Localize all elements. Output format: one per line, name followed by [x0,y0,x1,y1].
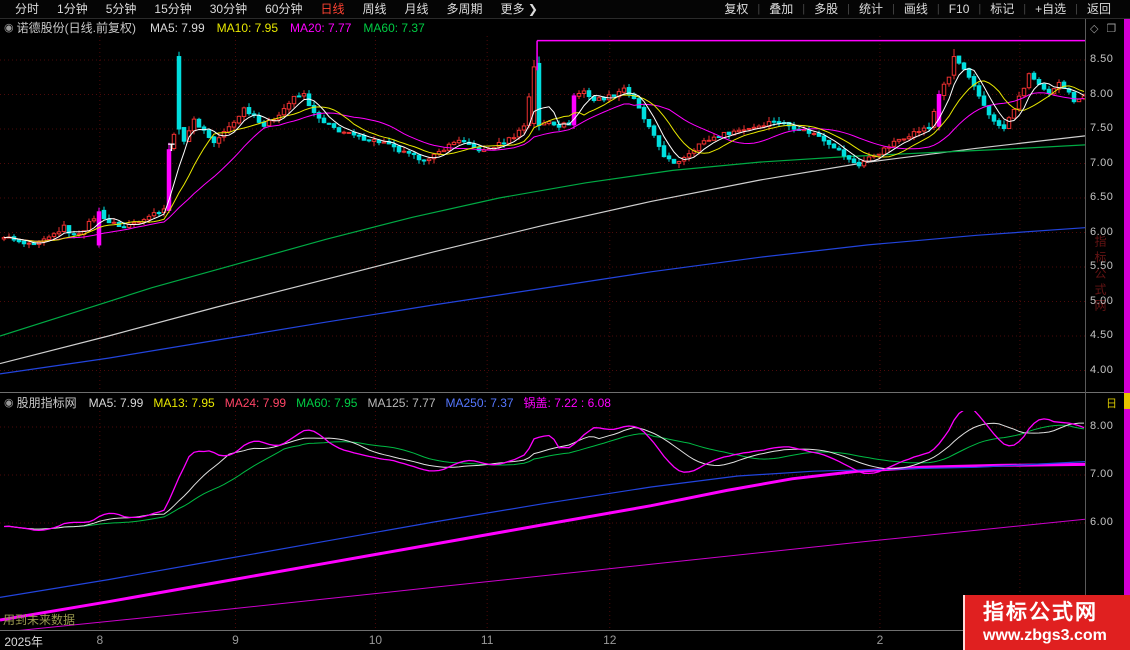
time-axis-label-8: 8 [96,633,103,647]
chart-corner-icons: ◇ ❐ [1090,22,1116,35]
top-menu-bar: 分时1分钟5分钟15分钟30分钟60分钟日线周线月线多周期更多 ❯ 复权|叠加|… [0,0,1130,19]
main-price-label: 8.50 [1090,53,1113,65]
time-axis-label-2: 2 [877,633,884,647]
period-tab-分时[interactable]: 分时 [6,0,48,19]
topbar-left: 分时1分钟5分钟15分钟30分钟60分钟日线周线月线多周期更多 ❯ [0,0,715,19]
main-price-label: 4.00 [1090,364,1113,376]
indicator-title[interactable]: 股朋指标网 [17,394,77,411]
main-price-label: 5.50 [1090,260,1113,272]
indicator-ma-label-4: MA125: 7.77 [367,396,435,410]
indicator-ma-label-1: MA13: 7.95 [153,396,214,410]
indicator-ma24-line [4,425,1084,529]
high-price-line [537,41,1085,71]
period-tab-周线[interactable]: 周线 [353,0,395,19]
period-tab-日线[interactable]: 日线 [311,0,353,19]
ma250-line [0,228,1085,374]
toolbar-item-标记[interactable]: 标记 [981,0,1023,19]
main-candlestick-chart[interactable]: T [0,36,1085,392]
toolbar-item-返回[interactable]: 返回 [1078,0,1120,19]
indicator-ma-label-5: MA250: 7.37 [446,396,514,410]
diamond-marker-icon[interactable]: ◇ [1090,22,1098,35]
guogai-upper-line [0,464,1085,620]
main-chart-title-row: ◉ 诺德股份(日线.前复权) MA5: 7.99 MA10: 7.95 MA20: … [0,19,1085,36]
period-tab-30分钟[interactable]: 30分钟 [201,0,256,19]
main-ma-label-3: MA60: 7.37 [363,21,424,35]
time-axis-label-2025年: 2025年 [4,633,43,650]
indicator-gridlines [0,411,1085,630]
indicator-chart[interactable] [0,411,1085,630]
topbar-right: 复权|叠加|多股|统计|画线|F10|标记|+自选|返回 [715,0,1130,19]
price-axis-border [1085,19,1086,650]
indicator-ma13-line [4,423,1084,529]
guogai-lower-line [0,519,1085,630]
trading-app-window: 分时1分钟5分钟15分钟30分钟60分钟日线周线月线多周期更多 ❯ 复权|叠加|… [0,0,1130,650]
collapse-panel-icon[interactable]: ◉ [4,21,14,34]
toolbar-item-F10[interactable]: F10 [940,0,979,19]
indicator-ma250-line [0,462,1085,598]
main-price-label: 6.50 [1090,191,1113,203]
future-data-note: 用到未来数据 [3,611,75,628]
indicator-price-label: 8.00 [1090,420,1113,432]
indicator-ma-label-0: MA5: 7.99 [89,396,144,410]
toolbar-item-多股[interactable]: 多股 [805,0,847,19]
toolbar-item-叠加[interactable]: 叠加 [760,0,802,19]
main-ma-labels: MA5: 7.99 MA10: 7.95 MA20: 7.77 MA60: 7.37 [150,21,437,35]
watermark-site-url: www.zbgs3.com [983,626,1130,646]
main-ma-label-1: MA10: 7.95 [217,21,278,35]
period-tab-15分钟[interactable]: 15分钟 [145,0,200,19]
period-tab-更多 ❯[interactable]: 更多 ❯ [492,0,547,19]
ma10-line [4,81,1084,241]
main-price-label: 5.00 [1090,295,1113,307]
ma125-line [0,136,1085,364]
main-gridlines [0,36,1085,392]
period-tab-多周期[interactable]: 多周期 [438,0,492,19]
collapse-panel-icon[interactable]: ◉ [4,396,14,409]
watermark-site-name: 指标公式网 [983,600,1130,626]
site-watermark: 指标公式网 www.zbgs3.com [963,595,1130,650]
stock-title[interactable]: 诺德股份(日线.前复权) [17,19,136,36]
indicator-price-label: 7.00 [1090,468,1113,480]
main-ma-label-2: MA20: 7.77 [290,21,351,35]
indicator-ma-label-2: MA24: 7.99 [225,396,286,410]
indicator-ma-label-3: MA60: 7.95 [296,396,357,410]
time-axis-label-9: 9 [232,633,239,647]
time-axis[interactable]: 2025年8910111223 [0,631,1085,650]
time-axis-label-11: 11 [481,633,493,647]
main-price-label: 7.50 [1090,122,1113,134]
period-tab-月线[interactable]: 月线 [396,0,438,19]
toolbar-item-画线[interactable]: 画线 [895,0,937,19]
t-marker: T [168,142,175,154]
period-tab-1分钟[interactable]: 1分钟 [48,0,97,19]
indicator-panel-header: ◉ 股朋指标网 MA5: 7.99 MA13: 7.95 MA24: 7.99 MA6… [0,393,1085,411]
toolbar-item-统计[interactable]: 统计 [850,0,892,19]
period-badge: 日 [1106,395,1117,411]
time-axis-label-12: 12 [603,633,616,647]
toolbar-item-+自选[interactable]: +自选 [1026,0,1075,19]
time-axis-label-10: 10 [369,633,382,647]
period-tab-60分钟[interactable]: 60分钟 [256,0,311,19]
scrollbar-strip[interactable] [1124,19,1130,650]
ma20-line [4,93,1084,242]
window-restore-icon[interactable]: ❐ [1106,22,1116,35]
indicator-ma-labels: MA5: 7.99 MA13: 7.95 MA24: 7.99 MA60: 7.95 M… [89,394,621,411]
scrollbar-thumb[interactable] [1124,393,1130,409]
indicator-price-label: 6.00 [1090,516,1113,528]
indicator-ma-label-6: 锅盖: 7.22 : 6.08 [524,396,611,410]
main-price-label: 6.00 [1090,226,1113,238]
main-price-label: 8.00 [1090,88,1113,100]
main-price-label: 4.50 [1090,329,1113,341]
main-price-label: 7.00 [1090,157,1113,169]
toolbar-item-复权[interactable]: 复权 [715,0,757,19]
period-tab-5分钟[interactable]: 5分钟 [97,0,146,19]
main-ma-label-0: MA5: 7.99 [150,21,205,35]
